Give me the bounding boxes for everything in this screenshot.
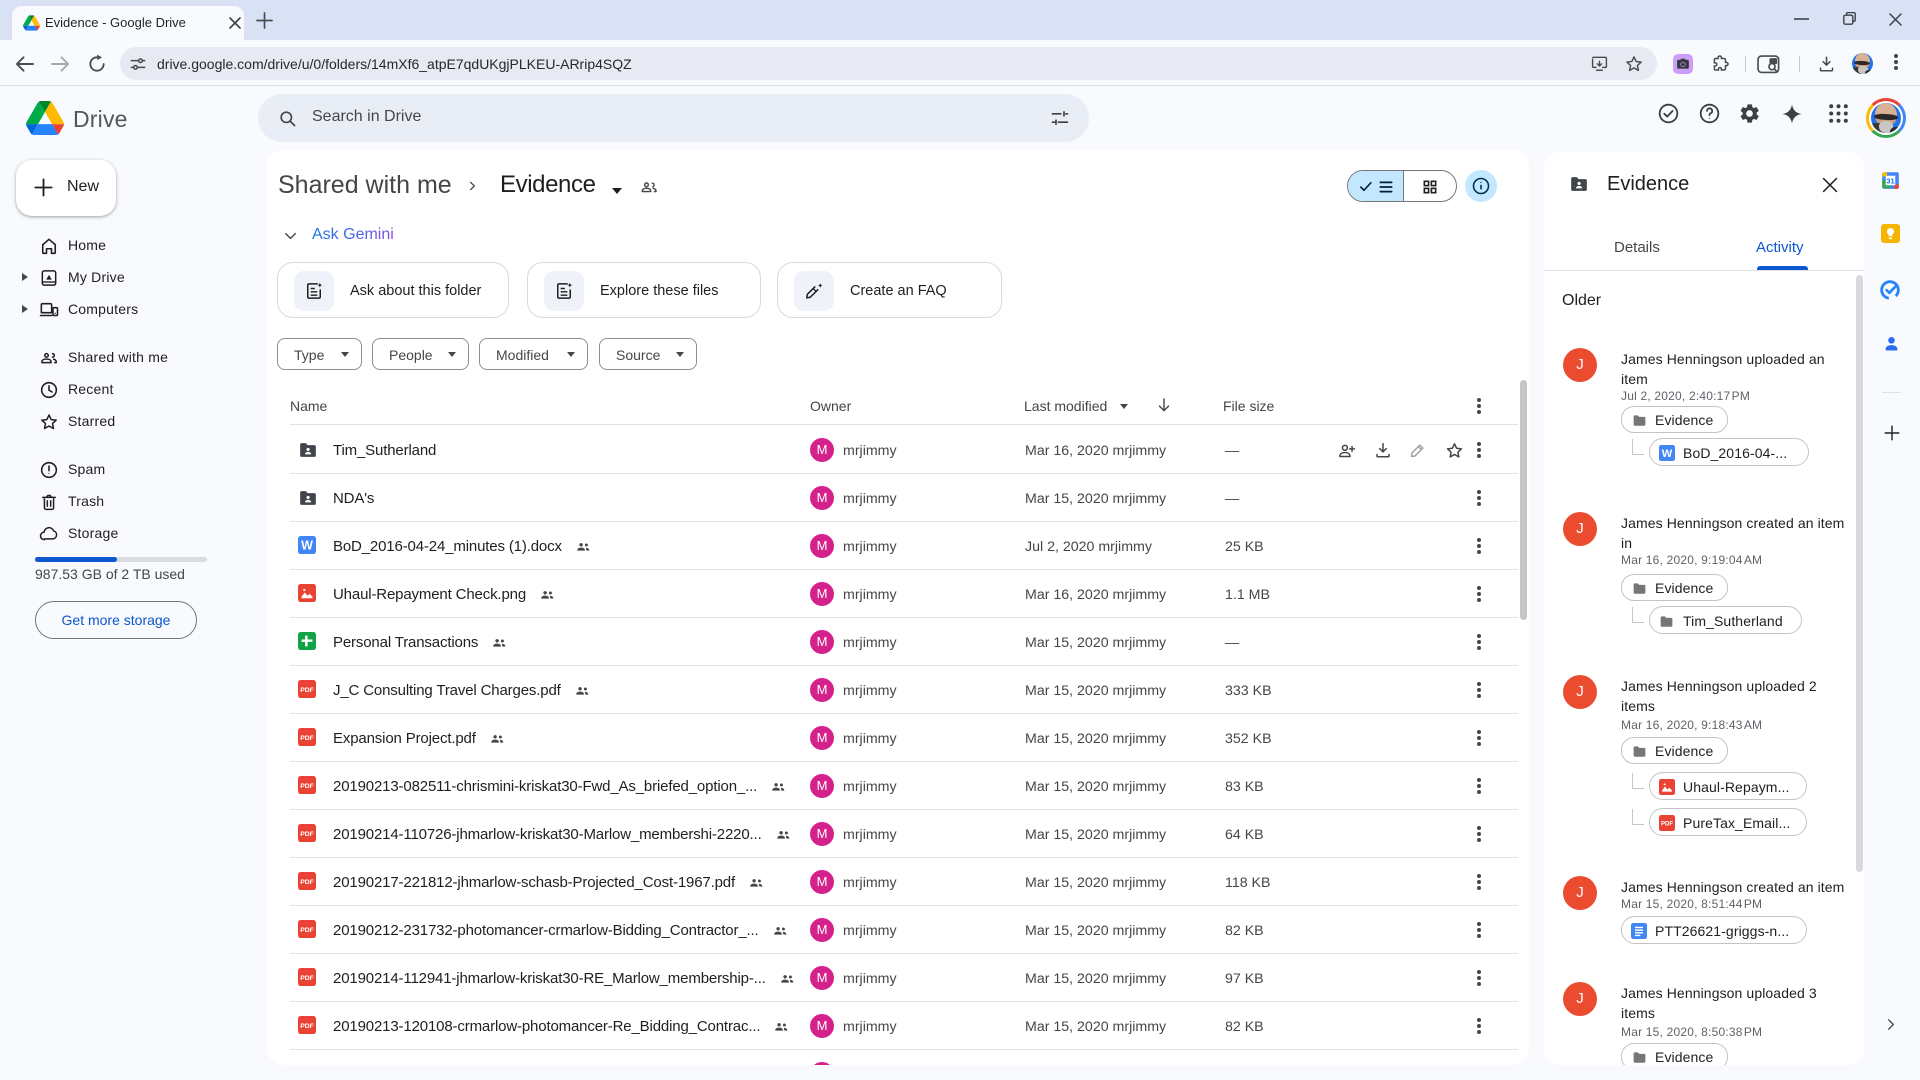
svg-text:PDF: PDF <box>300 831 314 838</box>
svg-text:PDF: PDF <box>300 879 314 886</box>
svg-text:PDF: PDF <box>300 975 314 982</box>
svg-text:PDF: PDF <box>1661 821 1673 827</box>
svg-text:PDF: PDF <box>300 1023 314 1030</box>
svg-text:31: 31 <box>1886 177 1894 186</box>
svg-text:W: W <box>301 539 313 553</box>
svg-text:PDF: PDF <box>300 735 314 742</box>
svg-text:W: W <box>1662 448 1673 460</box>
svg-text:PDF: PDF <box>300 687 314 694</box>
svg-text:PDF: PDF <box>300 783 314 790</box>
svg-text:PDF: PDF <box>300 927 314 934</box>
